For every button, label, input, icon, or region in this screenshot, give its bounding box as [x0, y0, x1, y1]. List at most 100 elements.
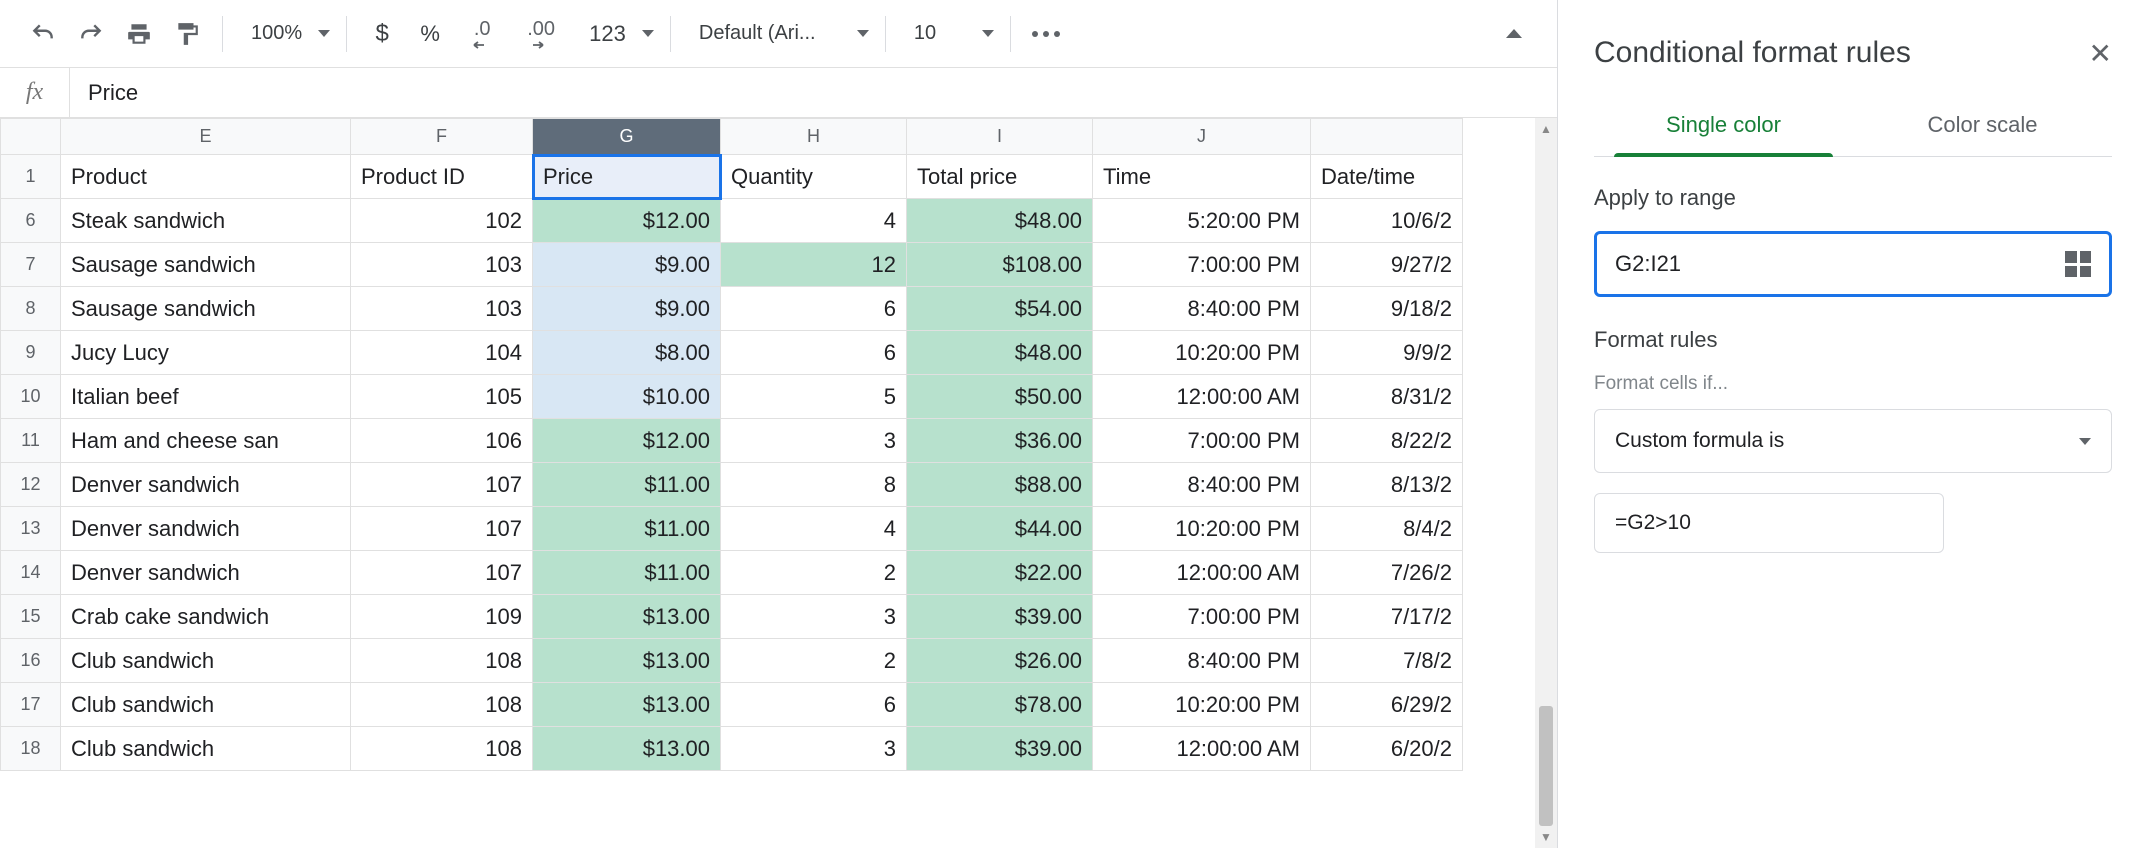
row-header-1[interactable]: 1 — [1, 155, 61, 199]
column-header-H[interactable]: H — [721, 119, 907, 155]
cell[interactable]: 9/18/2 — [1311, 287, 1463, 331]
column-header-G[interactable]: G — [533, 119, 721, 155]
cell[interactable]: 8/31/2 — [1311, 375, 1463, 419]
row-header-10[interactable]: 10 — [1, 375, 61, 419]
percent-button[interactable]: % — [407, 11, 453, 57]
cell[interactable]: 108 — [351, 727, 533, 771]
cell[interactable]: 7:00:00 PM — [1093, 243, 1311, 287]
cell[interactable]: Steak sandwich — [61, 199, 351, 243]
cell[interactable]: $8.00 — [533, 331, 721, 375]
header-cell[interactable]: Product ID — [351, 155, 533, 199]
row-header-14[interactable]: 14 — [1, 551, 61, 595]
zoom-dropdown[interactable]: 100% — [235, 22, 334, 45]
cell[interactable]: $11.00 — [533, 463, 721, 507]
cell[interactable]: 8 — [721, 463, 907, 507]
header-cell[interactable]: Product — [61, 155, 351, 199]
close-panel-button[interactable]: ✕ — [2089, 37, 2112, 70]
cell[interactable]: 107 — [351, 507, 533, 551]
cell[interactable]: Denver sandwich — [61, 551, 351, 595]
cell[interactable]: 6 — [721, 331, 907, 375]
cell[interactable]: $11.00 — [533, 551, 721, 595]
cell[interactable]: 8/4/2 — [1311, 507, 1463, 551]
cell[interactable]: 7/8/2 — [1311, 639, 1463, 683]
row-header-11[interactable]: 11 — [1, 419, 61, 463]
scrollbar-thumb[interactable] — [1539, 706, 1553, 826]
cell[interactable]: 7:00:00 PM — [1093, 419, 1311, 463]
cell[interactable]: $10.00 — [533, 375, 721, 419]
row-header-12[interactable]: 12 — [1, 463, 61, 507]
cell[interactable]: $11.00 — [533, 507, 721, 551]
cell[interactable]: Club sandwich — [61, 727, 351, 771]
cell[interactable]: $48.00 — [907, 331, 1093, 375]
cell[interactable]: 105 — [351, 375, 533, 419]
cell[interactable]: 9/27/2 — [1311, 243, 1463, 287]
cell[interactable]: 10:20:00 PM — [1093, 683, 1311, 727]
cell[interactable]: 12:00:00 AM — [1093, 727, 1311, 771]
column-header-blank[interactable] — [1311, 119, 1463, 155]
cell[interactable]: 5 — [721, 375, 907, 419]
header-cell[interactable]: Total price — [907, 155, 1093, 199]
row-header-18[interactable]: 18 — [1, 727, 61, 771]
cell[interactable]: $36.00 — [907, 419, 1093, 463]
cell[interactable]: $54.00 — [907, 287, 1093, 331]
tab-color-scale[interactable]: Color scale — [1853, 98, 2112, 156]
vertical-scrollbar[interactable]: ▲ ▼ — [1535, 118, 1557, 848]
more-tools-button[interactable] — [1023, 11, 1069, 57]
header-cell[interactable]: Time — [1093, 155, 1311, 199]
cell[interactable]: 12:00:00 AM — [1093, 551, 1311, 595]
row-header-6[interactable]: 6 — [1, 199, 61, 243]
cell[interactable]: 9/9/2 — [1311, 331, 1463, 375]
cell[interactable]: 4 — [721, 507, 907, 551]
cell[interactable]: Ham and cheese san — [61, 419, 351, 463]
tab-single-color[interactable]: Single color — [1594, 98, 1853, 156]
cell[interactable]: 12 — [721, 243, 907, 287]
cell[interactable]: $9.00 — [533, 287, 721, 331]
header-cell[interactable]: Date/time — [1311, 155, 1463, 199]
cell[interactable]: 108 — [351, 639, 533, 683]
cell[interactable]: 2 — [721, 551, 907, 595]
cell[interactable]: 103 — [351, 287, 533, 331]
cell[interactable]: $78.00 — [907, 683, 1093, 727]
cell[interactable]: $22.00 — [907, 551, 1093, 595]
currency-button[interactable]: $ — [359, 11, 405, 57]
cell[interactable]: 8:40:00 PM — [1093, 463, 1311, 507]
cell[interactable]: 7/17/2 — [1311, 595, 1463, 639]
row-header-13[interactable]: 13 — [1, 507, 61, 551]
cell[interactable]: Denver sandwich — [61, 507, 351, 551]
column-header-J[interactable]: J — [1093, 119, 1311, 155]
decrease-decimal-button[interactable]: .0 — [455, 11, 509, 57]
cell[interactable]: $50.00 — [907, 375, 1093, 419]
undo-button[interactable] — [20, 11, 66, 57]
cell[interactable]: 8/22/2 — [1311, 419, 1463, 463]
cell[interactable]: 6 — [721, 683, 907, 727]
row-header-15[interactable]: 15 — [1, 595, 61, 639]
cell[interactable]: 106 — [351, 419, 533, 463]
header-cell[interactable]: Quantity — [721, 155, 907, 199]
row-header-17[interactable]: 17 — [1, 683, 61, 727]
cell[interactable]: $39.00 — [907, 727, 1093, 771]
cell[interactable]: $13.00 — [533, 727, 721, 771]
cell[interactable]: $13.00 — [533, 639, 721, 683]
increase-decimal-button[interactable]: .00 — [511, 11, 571, 57]
row-header-9[interactable]: 9 — [1, 331, 61, 375]
cell[interactable]: Club sandwich — [61, 683, 351, 727]
cell[interactable]: $12.00 — [533, 199, 721, 243]
paint-format-button[interactable] — [164, 11, 210, 57]
print-button[interactable] — [116, 11, 162, 57]
select-range-icon[interactable] — [2065, 251, 2091, 277]
cell[interactable]: 6 — [721, 287, 907, 331]
cell[interactable]: 103 — [351, 243, 533, 287]
font-dropdown[interactable]: Default (Ari... — [683, 22, 873, 45]
row-header-7[interactable]: 7 — [1, 243, 61, 287]
column-header-F[interactable]: F — [351, 119, 533, 155]
collapse-toolbar-button[interactable] — [1491, 11, 1537, 57]
cell[interactable]: $13.00 — [533, 595, 721, 639]
select-all-corner[interactable] — [1, 119, 61, 155]
cell[interactable]: 12:00:00 AM — [1093, 375, 1311, 419]
cell[interactable]: $44.00 — [907, 507, 1093, 551]
font-size-dropdown[interactable]: 10 — [898, 22, 998, 45]
cell[interactable]: 8/13/2 — [1311, 463, 1463, 507]
row-header-16[interactable]: 16 — [1, 639, 61, 683]
cell[interactable]: 6/29/2 — [1311, 683, 1463, 727]
cell[interactable]: 3 — [721, 727, 907, 771]
